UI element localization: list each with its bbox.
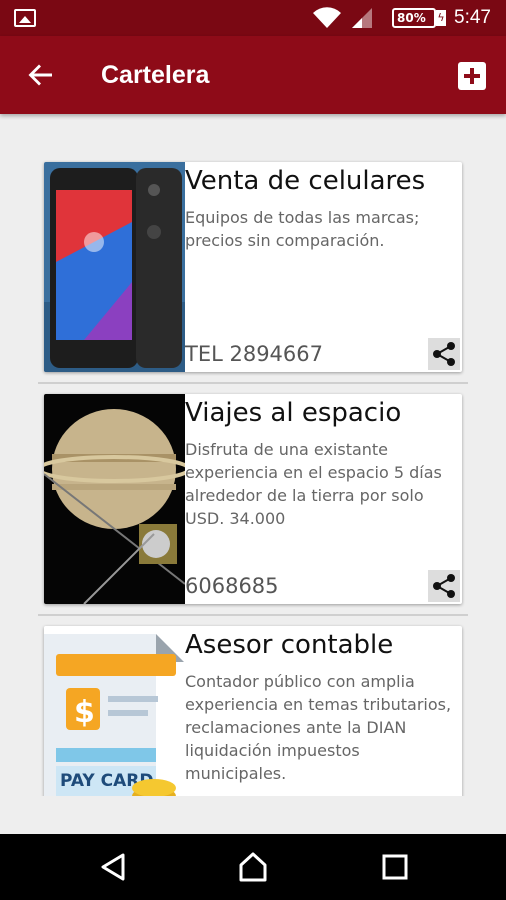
saturn-probe-image [44, 394, 185, 604]
system-nav-bar [0, 834, 506, 900]
clock: 5:47 [454, 7, 491, 28]
listing-description: Contador público con amplia experiencia … [185, 672, 452, 783]
listing-title: Venta de celulares [185, 166, 426, 196]
listing-title: Asesor contable [185, 630, 394, 660]
triangle-back-icon[interactable] [97, 850, 131, 884]
phone-image [44, 162, 185, 372]
listing-phone: TEL 2894667 [185, 342, 323, 366]
app-bar: Cartelera [0, 36, 506, 114]
divider [38, 614, 468, 616]
gallery-notification-icon [14, 9, 36, 27]
battery-charging-icon: ϟ [436, 10, 446, 26]
square-recents-icon[interactable] [378, 850, 412, 884]
listing-title: Viajes al espacio [185, 398, 402, 428]
signal-icon [352, 8, 372, 28]
listings-list[interactable]: Venta de celulares Equipos de todas las … [0, 114, 506, 796]
share-icon[interactable] [428, 338, 460, 370]
divider [38, 382, 468, 384]
listing-card[interactable]: $ PAY CARD Asesor contable Contador públ… [44, 626, 462, 796]
listing-card[interactable]: Venta de celulares Equipos de todas las … [44, 162, 462, 372]
page-title: Cartelera [101, 61, 210, 89]
status-bar: 80% ϟ 5:47 [0, 0, 506, 36]
svg-text:$: $ [74, 695, 95, 730]
listing-phone: 6068685 [185, 574, 279, 598]
wifi-icon [313, 7, 341, 29]
listing-description: Disfruta de una existante experiencia en… [185, 440, 442, 528]
listing-card[interactable]: Viajes al espacio Disfruta de una exista… [44, 394, 462, 604]
listing-description: Equipos de todas las marcas; precios sin… [185, 208, 420, 250]
pay-card-image: $ PAY CARD [44, 626, 185, 796]
share-icon[interactable] [428, 570, 460, 602]
battery-level: 80% [392, 8, 436, 28]
add-box-icon[interactable] [458, 62, 486, 90]
arrow-back-icon[interactable] [24, 58, 58, 92]
circle-home-icon[interactable] [236, 850, 270, 884]
